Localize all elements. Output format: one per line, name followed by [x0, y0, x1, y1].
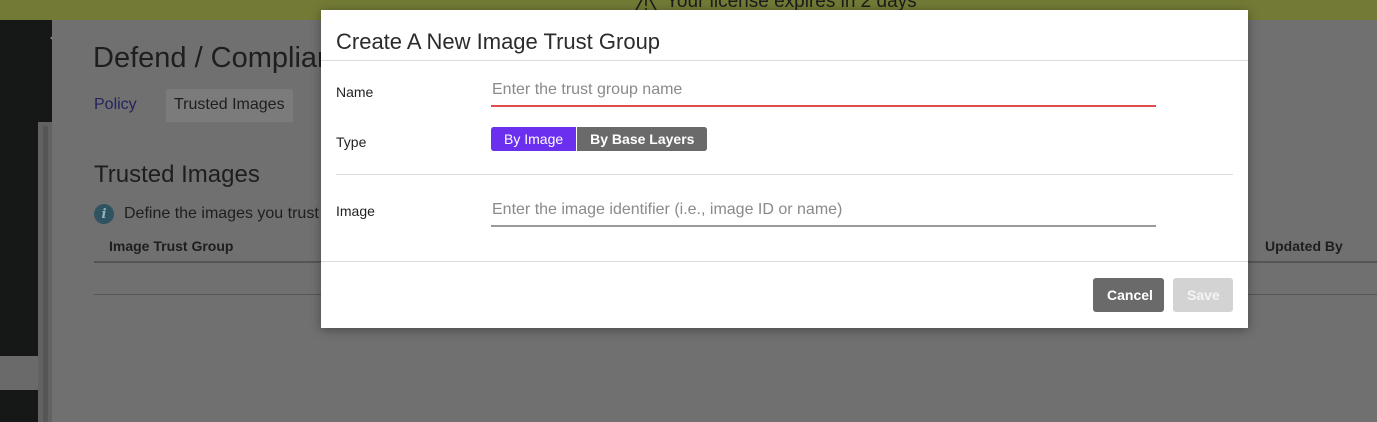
save-button[interactable]: Save	[1173, 278, 1233, 312]
type-by-image-button[interactable]: By Image	[491, 127, 577, 151]
tab-policy[interactable]: Policy	[86, 89, 145, 122]
image-identifier-input[interactable]	[491, 195, 1156, 227]
tab-trusted-images[interactable]: Trusted Images	[166, 89, 293, 122]
create-trust-group-dialog: Create A New Image Trust Group Name Type…	[321, 10, 1248, 328]
type-toggle: By Image By Base Layers	[491, 127, 708, 151]
dialog-title: Create A New Image Trust Group	[336, 29, 661, 54]
scrollbar-thumb[interactable]	[43, 126, 48, 422]
column-header-updated-by[interactable]: Updated By	[1265, 238, 1343, 254]
sidebar-selected-item[interactable]	[0, 356, 38, 390]
section-title: Trusted Images	[94, 161, 260, 188]
form-divider	[336, 174, 1233, 175]
info-text: Define the images you trust	[124, 205, 319, 222]
trust-group-name-input[interactable]	[491, 75, 1156, 107]
dialog-footer-divider	[321, 261, 1248, 262]
type-by-base-layers-button[interactable]: By Base Layers	[576, 127, 708, 151]
dialog-header-divider	[321, 60, 1248, 61]
page-title: Defend / Complian	[93, 42, 334, 74]
name-label: Name	[336, 84, 374, 100]
type-label: Type	[336, 134, 367, 150]
cancel-button[interactable]: Cancel	[1093, 278, 1164, 312]
info-icon: i	[94, 204, 114, 224]
info-row: i Define the images you trust	[94, 204, 319, 224]
image-label: Image	[336, 203, 375, 219]
column-header-image-trust-group[interactable]: Image Trust Group	[109, 238, 233, 254]
